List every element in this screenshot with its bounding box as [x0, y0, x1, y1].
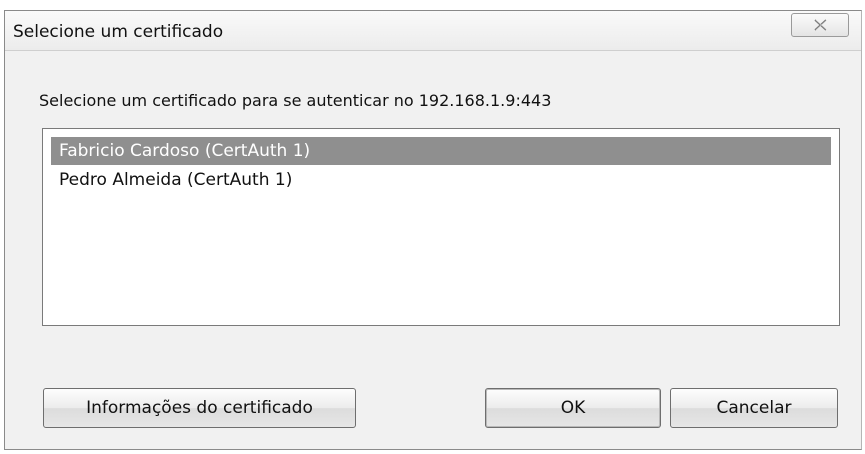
- ok-button[interactable]: OK: [485, 388, 661, 428]
- close-button[interactable]: [791, 13, 849, 37]
- certificate-info-button[interactable]: Informações do certificado: [43, 388, 356, 428]
- cancel-button[interactable]: Cancelar: [670, 388, 838, 428]
- certificate-label: Pedro Almeida (CertAuth 1): [59, 170, 293, 190]
- prompt-text: Selecione um certificado para se autenti…: [39, 91, 552, 110]
- close-icon: [814, 19, 828, 31]
- certificate-label: Fabricio Cardoso (CertAuth 1): [59, 141, 311, 161]
- certificate-item-selected[interactable]: Fabricio Cardoso (CertAuth 1): [51, 137, 831, 165]
- certificate-item[interactable]: Pedro Almeida (CertAuth 1): [51, 166, 831, 194]
- certificate-list[interactable]: Fabricio Cardoso (CertAuth 1) Pedro Alme…: [42, 128, 840, 326]
- certificate-dialog: Selecione um certificado Selecione um ce…: [4, 10, 862, 450]
- title-bar[interactable]: Selecione um certificado: [5, 11, 861, 51]
- dialog-title: Selecione um certificado: [13, 22, 224, 42]
